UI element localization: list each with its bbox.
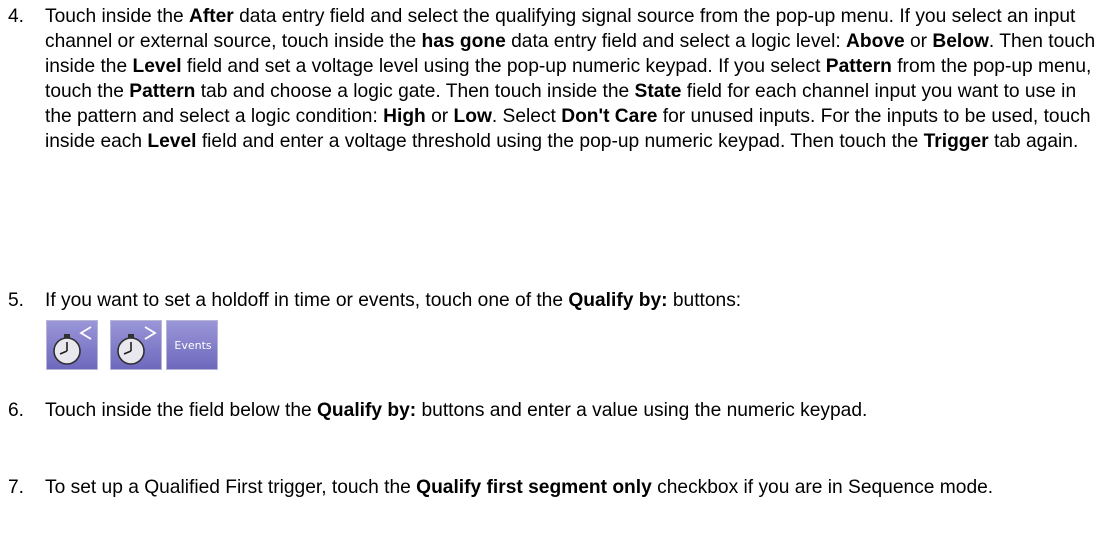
step-7: 7. To set up a Qualified First trigger, …	[0, 475, 1115, 500]
step-text: Touch inside the After data entry field …	[45, 6, 1096, 152]
qualify-time-greater-button[interactable]	[110, 320, 162, 370]
term-level: Level	[132, 56, 182, 77]
qualify-time-less-button[interactable]	[46, 320, 98, 370]
stopwatch-less-than-icon	[53, 326, 92, 365]
term-level-field: Level	[147, 131, 197, 152]
step-text: Touch inside the field below the Qualify…	[45, 400, 868, 421]
term-above: Above	[846, 31, 905, 52]
step-number: 5.	[8, 290, 25, 311]
events-label: Events	[174, 339, 212, 352]
term-has-gone: has gone	[421, 31, 506, 52]
term-after: After	[189, 6, 234, 27]
term-high: High	[383, 106, 426, 127]
term-qualify-by: Qualify by:	[568, 290, 668, 311]
term-pattern-tab: Pattern	[129, 81, 196, 102]
term-state: State	[634, 81, 682, 102]
step-number: 7.	[8, 477, 25, 498]
step-5: 5. If you want to set a holdoff in time …	[0, 288, 1115, 313]
term-pattern: Pattern	[825, 56, 892, 77]
term-dont-care: Don't Care	[561, 106, 658, 127]
step-6: 6. Touch inside the field below the Qual…	[0, 398, 1115, 423]
step-number: 4.	[8, 6, 25, 27]
qualify-events-button[interactable]: Events	[166, 320, 218, 370]
term-low: Low	[453, 106, 492, 127]
term-trigger: Trigger	[923, 131, 989, 152]
instruction-document: 4. Touch inside the After data entry fie…	[0, 0, 1115, 533]
term-below: Below	[932, 31, 989, 52]
step-text: If you want to set a holdoff in time or …	[45, 290, 742, 311]
step-text: To set up a Qualified First trigger, tou…	[45, 477, 994, 498]
term-qualify-first-segment-only: Qualify first segment only	[416, 477, 652, 498]
step-4: 4. Touch inside the After data entry fie…	[0, 4, 1115, 154]
term-qualify-by: Qualify by:	[317, 400, 417, 421]
step-number: 6.	[8, 400, 25, 421]
stopwatch-greater-than-icon	[117, 326, 157, 365]
